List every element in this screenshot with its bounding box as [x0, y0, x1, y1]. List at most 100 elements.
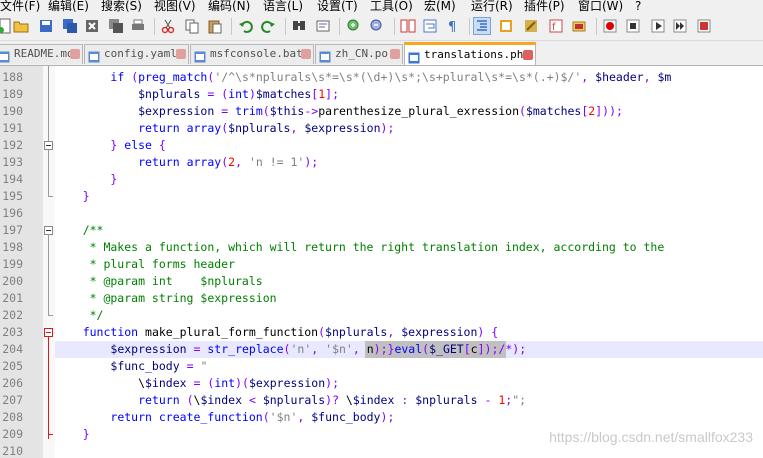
tab-close-icon[interactable] — [390, 49, 400, 59]
doc-map-icon[interactable] — [498, 18, 514, 34]
cut-icon[interactable] — [160, 18, 176, 34]
new-file-icon[interactable] — [0, 18, 13, 34]
copy-icon[interactable] — [184, 18, 200, 34]
code-editor[interactable]: 188 189 190 191 192 193 194 195 196 197 198 199 200 2… — [0, 66, 763, 458]
code-line[interactable]: } else { — [55, 137, 763, 154]
code-line[interactable]: $expression = str_replace('n', '$n', n);… — [55, 341, 763, 358]
fold-end-marker — [48, 434, 53, 435]
menu-item-12[interactable]: ? — [635, 0, 641, 14]
code-line[interactable]: * @param int $nplurals — [55, 273, 763, 290]
save-macro-icon[interactable] — [696, 18, 712, 34]
indent-guide-icon[interactable] — [473, 17, 491, 35]
code-line[interactable] — [55, 205, 763, 222]
menu-item-1[interactable]: 编辑(E) — [48, 0, 89, 14]
tab-label: msfconsole.bat — [210, 47, 303, 60]
save-icon[interactable] — [38, 18, 54, 34]
menu-item-4[interactable]: 编码(N) — [208, 0, 250, 14]
tab-config-yaml[interactable]: config.yaml — [84, 44, 189, 64]
menu-item-10[interactable]: 插件(P) — [524, 0, 565, 14]
show-all-chars-icon[interactable]: ¶ — [445, 18, 461, 34]
save-all-icon[interactable] — [62, 18, 78, 34]
tab-close-icon[interactable] — [301, 49, 311, 59]
fold-toggle-icon[interactable] — [44, 328, 53, 337]
fold-end-marker — [48, 196, 53, 197]
code-line[interactable] — [55, 443, 763, 458]
code-area[interactable]: if (preg_match('/^\s*nplurals\s*=\s*(\d+… — [55, 66, 763, 458]
menu-item-5[interactable]: 语言(L) — [263, 0, 303, 14]
fold-toggle-icon[interactable] — [44, 141, 53, 150]
tab-close-icon[interactable] — [70, 49, 80, 59]
code-line[interactable]: function make_plural_form_function($nplu… — [55, 324, 763, 341]
undo-icon[interactable] — [238, 18, 254, 34]
code-line[interactable]: return (\$index < $nplurals)? \$index : … — [55, 392, 763, 409]
code-line[interactable]: } — [55, 171, 763, 188]
fold-margin[interactable] — [43, 66, 55, 458]
run-macro-multiple-icon[interactable] — [672, 18, 688, 34]
code-line[interactable]: return create_function('$n', $func_body)… — [55, 409, 763, 426]
tab-msfconsole-bat[interactable]: msfconsole.bat — [190, 44, 314, 64]
fold-guide — [48, 66, 49, 196]
line-number: 210 — [2, 444, 23, 458]
code-line[interactable]: return array($nplurals, $expression); — [55, 120, 763, 137]
tab-translations-php[interactable]: translations.php — [404, 42, 536, 65]
code-line-text: } — [110, 172, 118, 186]
find-icon[interactable] — [291, 18, 307, 34]
code-line[interactable]: * plural forms header — [55, 256, 763, 273]
code-line-text: return array($nplurals, $expression); — [138, 121, 395, 135]
word-wrap-icon[interactable] — [422, 18, 438, 34]
menu-item-3[interactable]: 视图(V) — [154, 0, 196, 14]
code-line[interactable]: $expression = trim($this->parenthesize_p… — [55, 103, 763, 120]
code-line[interactable]: * Makes a function, which will return th… — [55, 239, 763, 256]
fold-end-marker — [48, 315, 53, 316]
menu-item-11[interactable]: 窗口(W) — [578, 0, 623, 14]
tab-close-icon[interactable] — [523, 50, 533, 60]
tab-zh-cn-po[interactable]: zh_CN.po — [315, 44, 403, 64]
record-macro-icon[interactable] — [602, 18, 618, 34]
code-line-text: * @param int $nplurals — [55, 274, 263, 288]
menu-item-2[interactable]: 搜索(S) — [101, 0, 142, 14]
toolbar-separator — [231, 18, 232, 35]
code-line[interactable]: */ — [55, 307, 763, 324]
paste-icon[interactable] — [207, 18, 223, 34]
stop-record-icon[interactable] — [625, 18, 641, 34]
folder-workspace-icon[interactable]: f — [548, 18, 564, 34]
code-line[interactable]: * @param string $expression — [55, 290, 763, 307]
code-line[interactable]: } — [55, 188, 763, 205]
tab-readme-md[interactable]: README.md — [0, 44, 83, 64]
tab-close-icon[interactable] — [176, 49, 186, 59]
file-icon — [408, 49, 420, 64]
menu-item-9[interactable]: 运行(R) — [471, 0, 513, 14]
monitor-icon[interactable] — [571, 18, 587, 34]
sync-scroll-icon[interactable] — [400, 18, 416, 34]
play-macro-icon[interactable] — [650, 18, 666, 34]
code-line[interactable]: \$index = (int)($expression); — [55, 375, 763, 392]
print-icon[interactable] — [130, 18, 146, 34]
function-list-icon[interactable] — [523, 18, 539, 34]
code-line-text: * plural forms header — [55, 257, 236, 271]
code-line-text: * @param string $expression — [55, 291, 277, 305]
zoom-out-icon[interactable] — [369, 18, 385, 34]
find-replace-icon[interactable] — [315, 18, 331, 34]
line-number: 192 — [2, 138, 23, 152]
menu-item-7[interactable]: 工具(O) — [370, 0, 413, 14]
code-line[interactable]: if (preg_match('/^\s*nplurals\s*=\s*(\d+… — [55, 69, 763, 86]
file-icon — [88, 48, 100, 63]
code-line[interactable]: $func_body = " — [55, 358, 763, 375]
tab-label: README.md — [14, 47, 74, 60]
menu-item-6[interactable]: 设置(T) — [317, 0, 358, 14]
code-line[interactable]: /** — [55, 222, 763, 239]
menu-item-0[interactable]: 文件(F) — [0, 0, 40, 14]
close-all-icon[interactable] — [108, 18, 124, 34]
code-line-text: } — [82, 189, 90, 203]
code-line[interactable]: $nplurals = (int)$matches[1]; — [55, 86, 763, 103]
code-line[interactable]: return array(2, 'n != 1'); — [55, 154, 763, 171]
zoom-in-icon[interactable] — [346, 18, 362, 34]
fold-guide — [48, 337, 49, 439]
open-file-icon[interactable] — [13, 18, 29, 34]
toolbar-separator — [596, 18, 597, 35]
redo-icon[interactable] — [260, 18, 276, 34]
line-number: 209 — [2, 427, 23, 441]
menu-item-8[interactable]: 宏(M) — [424, 0, 456, 14]
code-line-text: } — [82, 427, 90, 441]
close-icon[interactable] — [84, 18, 100, 34]
